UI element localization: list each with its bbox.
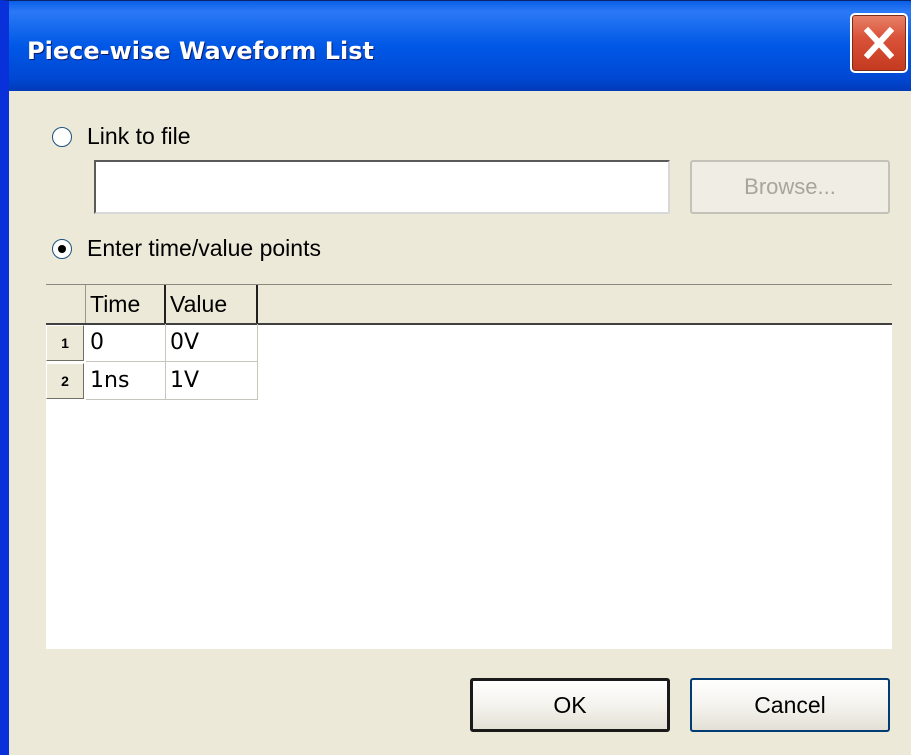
time-cell[interactable]: 1ns — [86, 362, 166, 400]
enter-points-label[interactable]: Enter time/value points — [87, 235, 321, 262]
link-to-file-radio[interactable] — [52, 127, 72, 147]
close-button[interactable] — [850, 13, 908, 73]
file-path-input[interactable] — [94, 160, 670, 214]
grid-header: Time Value — [46, 285, 892, 325]
title-bar[interactable]: Piece-wise Waveform List — [9, 1, 911, 91]
value-cell[interactable]: 0V — [166, 324, 258, 362]
dialog-window: Piece-wise Waveform List Link to file Br… — [0, 0, 911, 755]
row-header[interactable]: 1 — [46, 325, 84, 361]
value-cell[interactable]: 1V — [166, 362, 258, 400]
ok-button[interactable]: OK — [470, 678, 670, 732]
close-icon — [864, 27, 894, 59]
time-cell[interactable]: 0 — [86, 324, 166, 362]
column-header-value[interactable]: Value — [166, 285, 258, 323]
enter-points-radio[interactable] — [52, 239, 72, 259]
window-title: Piece-wise Waveform List — [27, 37, 375, 65]
row-header[interactable]: 2 — [46, 363, 84, 399]
grid-corner — [46, 285, 86, 323]
column-header-time[interactable]: Time — [86, 285, 166, 323]
points-grid[interactable]: Time Value 1 0 0V 2 1ns 1V — [46, 284, 892, 649]
browse-button[interactable]: Browse... — [690, 160, 890, 214]
cancel-button[interactable]: Cancel — [690, 678, 890, 732]
link-to-file-label[interactable]: Link to file — [87, 123, 191, 150]
